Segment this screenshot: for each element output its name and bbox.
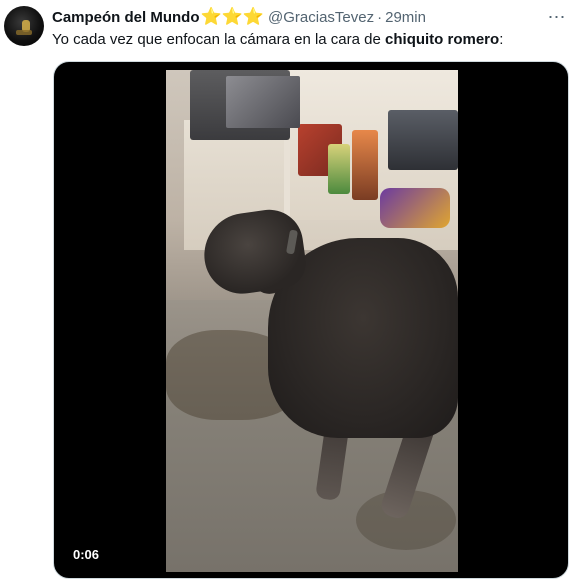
tweet-text-tail: : bbox=[499, 31, 504, 48]
avatar-trophy-base bbox=[16, 30, 32, 35]
star-emoji-icons: ⭐⭐⭐ bbox=[200, 7, 265, 26]
tweet-text-plain: Yo cada vez que enfocan la cámara en la … bbox=[52, 31, 386, 48]
user-handle[interactable]: @GraciasTevez bbox=[268, 9, 374, 26]
snack-box-orange bbox=[352, 130, 378, 200]
snack-box-green bbox=[328, 144, 350, 194]
more-options-icon[interactable]: ⋯ bbox=[544, 4, 570, 30]
video-microwave bbox=[190, 70, 300, 140]
snack-bag-purple bbox=[380, 188, 450, 228]
shelf-back-items bbox=[388, 110, 458, 170]
video-microwave-door bbox=[226, 76, 300, 128]
video-shelf bbox=[284, 70, 458, 228]
tweet-header: Campeón del Mundo ⭐⭐⭐ @GraciasTevez · 29… bbox=[52, 7, 536, 27]
profile-avatar[interactable] bbox=[4, 6, 44, 46]
timestamp[interactable]: 29min bbox=[385, 9, 426, 26]
video-frame bbox=[166, 70, 458, 572]
display-name[interactable]: Campeón del Mundo bbox=[52, 9, 200, 26]
video-duration-badge: 0:06 bbox=[66, 543, 107, 565]
tweet-text: Yo cada vez que enfocan la cámara en la … bbox=[52, 30, 566, 50]
separator-dot: · bbox=[377, 8, 383, 26]
tweet-text-bold: chiquito romero bbox=[385, 31, 500, 48]
video-player[interactable]: 0:06 bbox=[53, 61, 569, 579]
